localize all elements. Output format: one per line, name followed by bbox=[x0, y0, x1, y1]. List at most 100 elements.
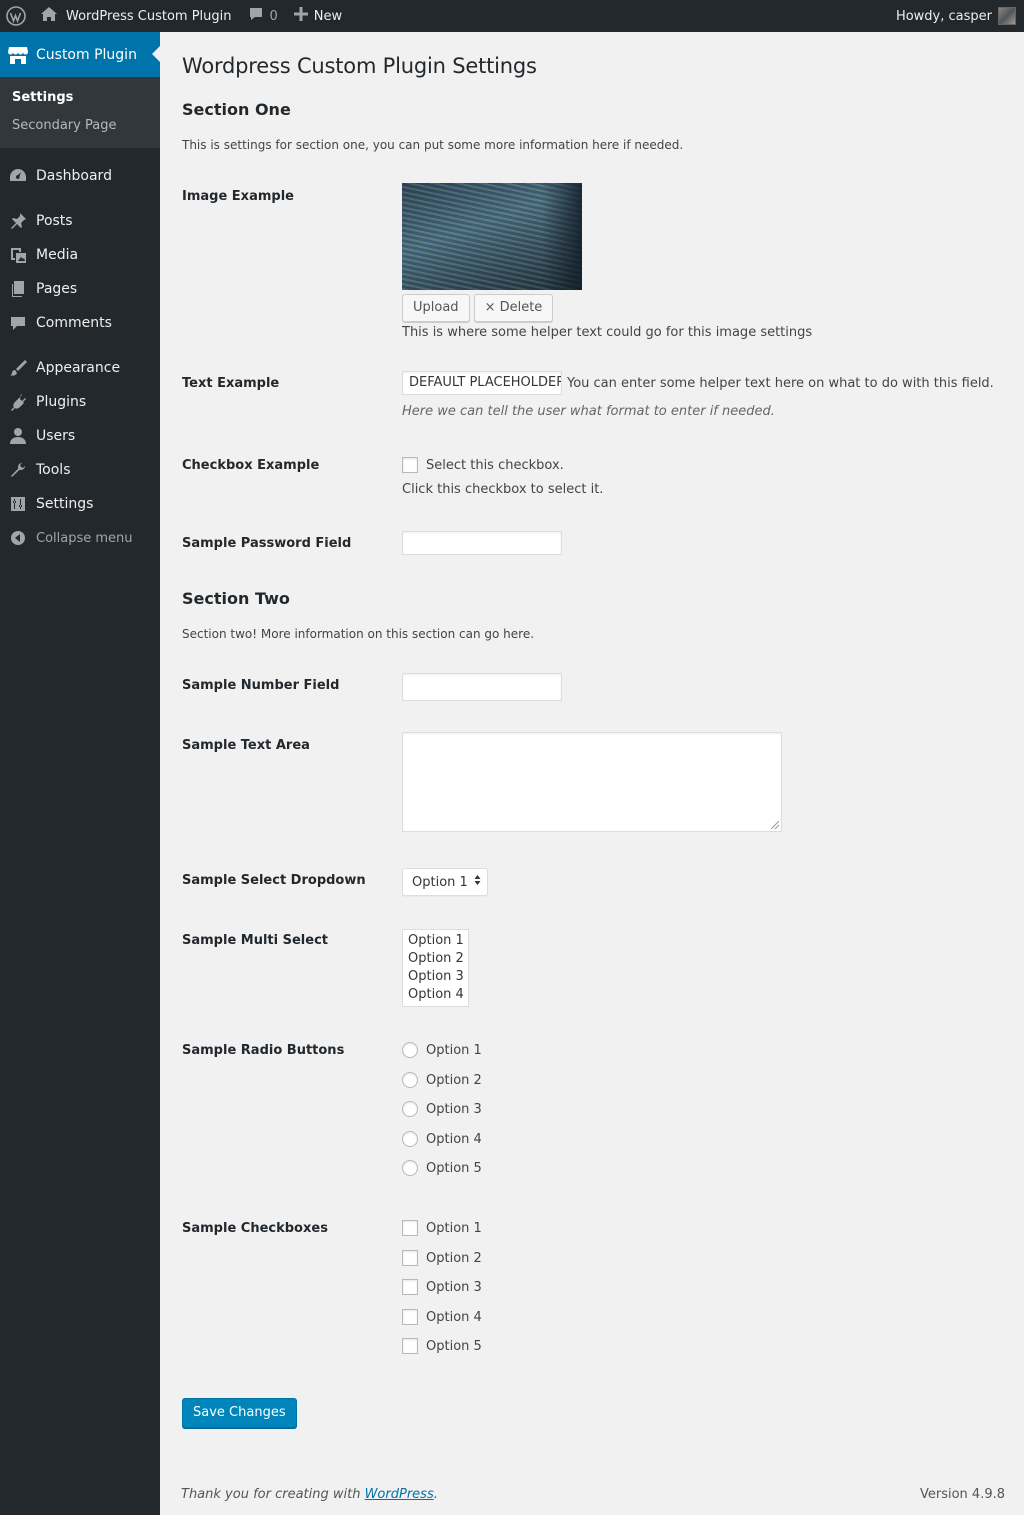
site-name-link[interactable]: WordPress Custom Plugin bbox=[32, 0, 240, 32]
select-dropdown[interactable]: Option 1 bbox=[402, 868, 488, 896]
home-icon bbox=[40, 6, 58, 26]
submenu-item-settings[interactable]: Settings bbox=[0, 84, 160, 112]
checkbox-option-row[interactable]: Option 5 bbox=[402, 1338, 482, 1354]
text-example-label: Text Example bbox=[182, 376, 280, 391]
sidebar-item-appearance[interactable]: Appearance bbox=[0, 351, 160, 385]
menu-separator bbox=[0, 340, 160, 351]
radio-option-row[interactable]: Option 2 bbox=[402, 1072, 482, 1088]
radio-option-label: Option 3 bbox=[426, 1101, 482, 1117]
settings-form: Wordpress Custom Plugin Settings Section… bbox=[182, 32, 1002, 1428]
select-arrows-icon bbox=[474, 874, 481, 890]
save-changes-button[interactable]: Save Changes bbox=[182, 1398, 297, 1428]
select-value: Option 1 bbox=[412, 874, 468, 890]
password-input[interactable] bbox=[402, 531, 562, 555]
image-example-label: Image Example bbox=[182, 189, 294, 204]
sidebar-item-label: Tools bbox=[36, 462, 71, 478]
radio-button[interactable] bbox=[402, 1042, 418, 1058]
sidebar-item-media[interactable]: Media bbox=[0, 238, 160, 272]
footer: Thank you for creating with WordPress. V… bbox=[181, 1487, 1005, 1502]
multi-select-option[interactable]: Option 2 bbox=[408, 950, 468, 968]
sidebar-item-posts[interactable]: Posts bbox=[0, 204, 160, 238]
sidebar-item-label: Appearance bbox=[36, 360, 121, 376]
submenu-item-secondary-page[interactable]: Secondary Page bbox=[0, 112, 160, 140]
radio-button[interactable] bbox=[402, 1160, 418, 1176]
radio-button[interactable] bbox=[402, 1072, 418, 1088]
radio-option-row[interactable]: Option 3 bbox=[402, 1101, 482, 1117]
checkbox[interactable] bbox=[402, 1309, 418, 1325]
radio-option-row[interactable]: Option 4 bbox=[402, 1131, 482, 1147]
pushpin-icon bbox=[8, 211, 28, 231]
collapse-menu-label: Collapse menu bbox=[36, 530, 133, 546]
sidebar-item-label: Media bbox=[36, 247, 79, 263]
new-label: New bbox=[313, 8, 343, 24]
delete-button[interactable]: × Delete bbox=[473, 294, 554, 322]
sidebar-item-dashboard[interactable]: Dashboard bbox=[0, 159, 160, 193]
multi-select-option[interactable]: Option 4 bbox=[408, 986, 468, 1004]
comments-icon bbox=[8, 313, 28, 333]
checkbox[interactable] bbox=[402, 1250, 418, 1266]
sidebar-item-comments[interactable]: Comments bbox=[0, 306, 160, 340]
textarea-label: Sample Text Area bbox=[182, 738, 310, 753]
wordpress-logo-icon[interactable] bbox=[0, 0, 32, 32]
sidebar-item-label: Users bbox=[36, 428, 76, 444]
sidebar-item-tools[interactable]: Tools bbox=[0, 453, 160, 487]
pages-icon bbox=[8, 279, 28, 299]
image-help-text: This is where some helper text could go … bbox=[402, 325, 813, 340]
sidebar-item-settings[interactable]: Settings bbox=[0, 487, 160, 521]
comments-count: 0 bbox=[269, 8, 278, 24]
sidebar-item-label: Settings bbox=[36, 496, 94, 512]
page-title: Wordpress Custom Plugin Settings bbox=[182, 54, 537, 78]
text-area[interactable] bbox=[402, 732, 782, 832]
checkbox[interactable] bbox=[402, 1338, 418, 1354]
avatar bbox=[998, 7, 1016, 25]
sidebar-item-users[interactable]: Users bbox=[0, 419, 160, 453]
radio-option-row[interactable]: Option 1 bbox=[402, 1042, 482, 1058]
checkbox-example-text: Select this checkbox. bbox=[426, 457, 564, 473]
image-example-field: Upload × Delete This is where some helpe… bbox=[402, 183, 812, 340]
password-field-label: Sample Password Field bbox=[182, 536, 352, 551]
menu-separator bbox=[0, 193, 160, 204]
howdy-label: Howdy, casper bbox=[895, 8, 992, 24]
checkbox[interactable] bbox=[402, 1220, 418, 1236]
collapse-menu-button[interactable]: Collapse menu bbox=[0, 521, 160, 555]
sidebar-item-label: Comments bbox=[36, 315, 112, 331]
checkbox-option-row[interactable]: Option 1 bbox=[402, 1220, 482, 1236]
checkbox[interactable] bbox=[402, 1279, 418, 1295]
footer-period: . bbox=[433, 1487, 438, 1502]
dashboard-icon bbox=[8, 166, 28, 186]
checkbox-option-row[interactable]: Option 3 bbox=[402, 1279, 482, 1295]
checkbox-example[interactable] bbox=[402, 457, 418, 473]
sidebar-item-plugins[interactable]: Plugins bbox=[0, 385, 160, 419]
sidebar-item-label: Plugins bbox=[36, 394, 87, 410]
wordpress-link[interactable]: WordPress bbox=[365, 1487, 434, 1502]
radio-button[interactable] bbox=[402, 1131, 418, 1147]
multi-select[interactable]: Option 1 Option 2 Option 3 Option 4 bbox=[402, 929, 469, 1007]
checkbox-option-row[interactable]: Option 4 bbox=[402, 1309, 482, 1325]
sidebar-item-custom-plugin[interactable]: Custom Plugin bbox=[0, 32, 160, 77]
checkbox-option-label: Option 5 bbox=[426, 1338, 482, 1354]
comments-link[interactable]: 0 bbox=[240, 0, 286, 32]
comment-bubble-icon bbox=[248, 6, 264, 26]
checkbox-example-row[interactable]: Select this checkbox. bbox=[402, 457, 564, 473]
text-example-field: DEFAULT PLACEHOLDER You can enter some h… bbox=[402, 371, 994, 395]
resize-grip-icon[interactable] bbox=[771, 821, 779, 829]
sidebar-item-label: Dashboard bbox=[36, 168, 112, 184]
radio-option-label: Option 5 bbox=[426, 1160, 482, 1176]
new-content-link[interactable]: New bbox=[286, 0, 350, 32]
multi-select-option[interactable]: Option 3 bbox=[408, 968, 468, 986]
multi-select-option[interactable]: Option 1 bbox=[408, 932, 468, 950]
user-icon bbox=[8, 426, 28, 446]
number-input[interactable] bbox=[402, 673, 562, 701]
radio-button[interactable] bbox=[402, 1101, 418, 1117]
text-example-input[interactable]: DEFAULT PLACEHOLDER bbox=[402, 371, 562, 395]
radio-option-row[interactable]: Option 5 bbox=[402, 1160, 482, 1176]
section-two-title: Section Two bbox=[182, 589, 290, 608]
multi-select-label: Sample Multi Select bbox=[182, 933, 329, 948]
radio-option-label: Option 4 bbox=[426, 1131, 482, 1147]
checkbox-option-row[interactable]: Option 2 bbox=[402, 1250, 482, 1266]
my-account-link[interactable]: Howdy, casper bbox=[888, 0, 1024, 32]
number-field-label: Sample Number Field bbox=[182, 678, 340, 693]
sidebar-item-pages[interactable]: Pages bbox=[0, 272, 160, 306]
upload-button[interactable]: Upload bbox=[402, 294, 470, 322]
version-label: Version 4.9.8 bbox=[919, 1487, 1005, 1502]
